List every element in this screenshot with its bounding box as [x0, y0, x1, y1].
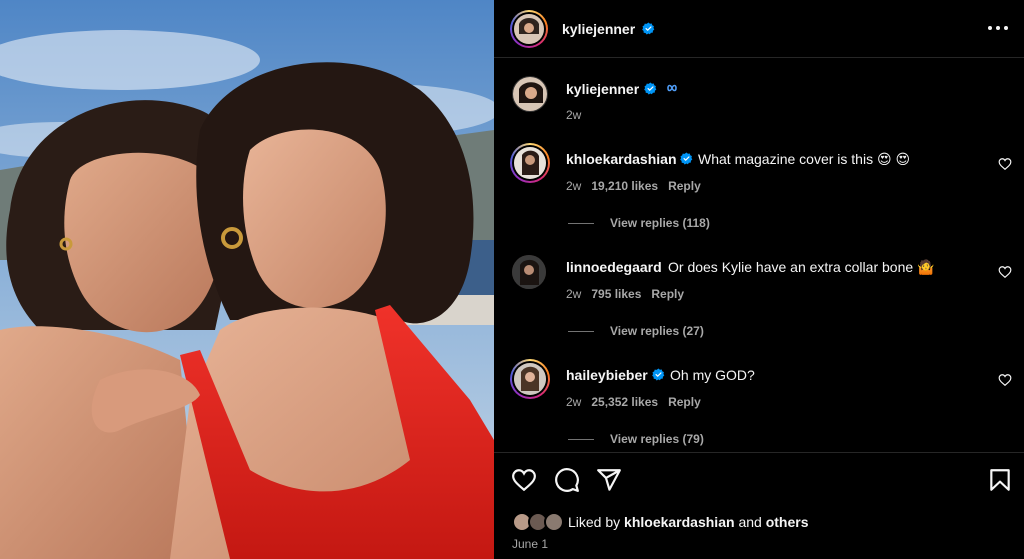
view-replies-button[interactable]: View replies (27): [568, 324, 704, 338]
comments-list[interactable]: kyliejenner 2w khloekardashian What maga…: [494, 59, 1024, 451]
comment-meta: 2w 19,210 likes Reply: [566, 179, 711, 193]
reply-button[interactable]: Reply: [668, 179, 701, 193]
story-ring[interactable]: [510, 10, 548, 48]
comment-text: khloekardashian: [566, 151, 677, 167]
reply-button[interactable]: Reply: [668, 395, 701, 409]
story-ring[interactable]: [510, 143, 550, 183]
comment-username[interactable]: linnoedegaard: [566, 259, 662, 275]
share-icon[interactable]: [596, 467, 622, 493]
verified-badge-icon: [652, 368, 665, 381]
avatar: [514, 363, 546, 395]
comment-text: haileybieber: [566, 367, 648, 383]
comment-meta: 2w 795 likes Reply: [566, 287, 694, 301]
avatar: [514, 147, 546, 179]
caption: kyliejenner 2w: [494, 59, 1024, 129]
verified-badge-icon: [644, 82, 657, 95]
threads-icon[interactable]: [664, 82, 680, 94]
comment-meta: 2w 25,352 likes Reply: [566, 395, 711, 409]
comment-likes[interactable]: 795 likes: [591, 287, 641, 301]
comment-likes[interactable]: 25,352 likes: [591, 395, 658, 409]
divider-line: [568, 223, 594, 225]
comment-time: 2w: [566, 287, 582, 301]
reply-button[interactable]: Reply: [651, 287, 684, 301]
caption-time: 2w: [566, 108, 582, 122]
view-replies-label: View replies (27): [610, 324, 704, 338]
comment-body: What magazine cover is this 😍 😍: [698, 151, 911, 167]
post-date[interactable]: June 1: [512, 537, 548, 551]
post-details-panel: kyliejenner kyliejenner 2w khloekardashi…: [494, 0, 1024, 559]
avatar[interactable]: [512, 76, 548, 112]
avatar: [514, 14, 544, 44]
comment-icon[interactable]: [554, 467, 580, 493]
comment-username[interactable]: khloekardashian: [566, 151, 677, 167]
liked-by-text: Liked by khloekardashian and others: [568, 514, 808, 530]
liked-by-others[interactable]: others: [766, 514, 809, 530]
post-photo: [0, 0, 494, 559]
heart-icon[interactable]: [511, 467, 537, 493]
story-ring[interactable]: [510, 359, 550, 399]
comment-item: haileybieber Oh my GOD? 2w 25,352 likes Re…: [494, 355, 1024, 451]
verified-badge-icon: [642, 22, 655, 35]
comment-username[interactable]: haileybieber: [566, 367, 648, 383]
caption-meta: 2w: [566, 108, 591, 122]
comment-time: 2w: [566, 179, 582, 193]
view-replies-label: View replies (79): [610, 432, 704, 446]
comment-body: Oh my GOD?: [670, 367, 755, 383]
bookmark-icon[interactable]: [987, 467, 1013, 493]
view-replies-button[interactable]: View replies (79): [568, 432, 704, 446]
header-username[interactable]: kyliejenner: [562, 21, 635, 37]
post-image[interactable]: [0, 0, 494, 559]
comment-body: Or does Kylie have an extra collar bone …: [668, 259, 935, 275]
comment-item: khloekardashian What magazine cover is t…: [494, 139, 1024, 239]
heart-icon[interactable]: [998, 265, 1012, 279]
post-actions: Liked by khloekardashian and others June…: [494, 452, 1024, 559]
liked-by-user[interactable]: khloekardashian: [624, 514, 735, 530]
view-replies-label: View replies (118): [610, 216, 710, 230]
liked-by-prefix: Liked by: [568, 514, 621, 530]
comment-time: 2w: [566, 395, 582, 409]
comment-likes[interactable]: 19,210 likes: [591, 179, 658, 193]
avatar[interactable]: [512, 255, 546, 289]
comment-item: linnoedegaard Or does Kylie have an extr…: [494, 247, 1024, 347]
post-header: kyliejenner: [494, 0, 1024, 58]
heart-icon[interactable]: [998, 373, 1012, 387]
caption-username[interactable]: kyliejenner: [566, 81, 639, 97]
liked-by-avatars: [512, 511, 568, 533]
heart-icon[interactable]: [998, 157, 1012, 171]
divider-line: [568, 439, 594, 441]
view-replies-button[interactable]: View replies (118): [568, 216, 710, 230]
more-horizontal-icon[interactable]: [986, 20, 1010, 36]
divider-line: [568, 331, 594, 333]
verified-badge-icon: [680, 152, 693, 165]
avatar: [544, 512, 564, 532]
comment-text: linnoedegaard: [566, 259, 662, 275]
liked-by-and: and: [738, 514, 762, 530]
